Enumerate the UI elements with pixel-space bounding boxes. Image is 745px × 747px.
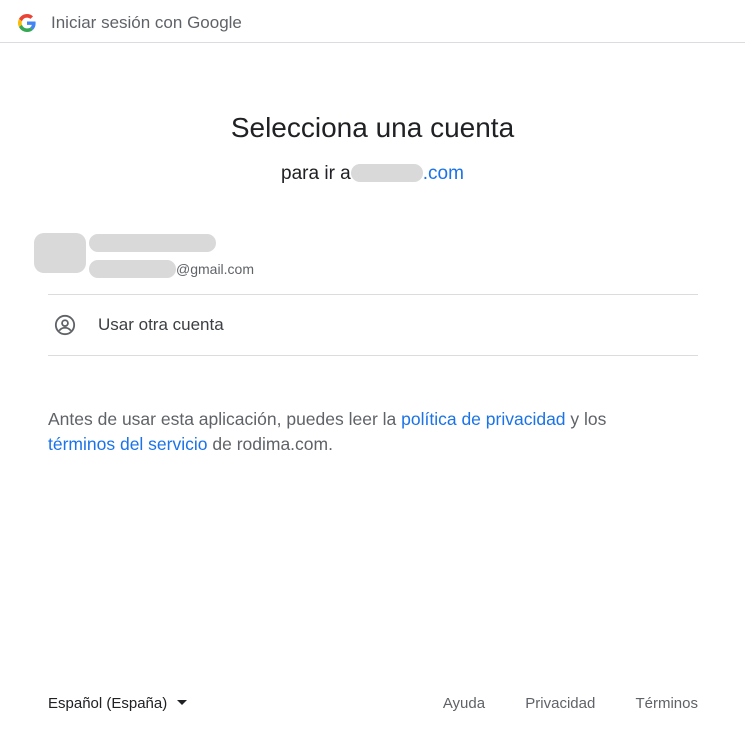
destination-link[interactable]: .com (423, 163, 464, 184)
header-title: Iniciar sesión con Google (51, 13, 242, 32)
account-email-suffix: @gmail.com (176, 261, 255, 277)
privacy-disclaimer: Antes de usar esta aplicación, puedes le… (48, 407, 698, 457)
subtitle-prefix: para ir a (281, 163, 351, 184)
caret-down-icon (177, 700, 188, 705)
page-title: Selecciona una cuenta (230, 112, 515, 143)
terms-link[interactable]: Términos (635, 695, 698, 712)
use-another-account-button[interactable]: Usar otra cuenta (48, 295, 698, 355)
google-g-icon (18, 14, 36, 32)
sign-in-page: Iniciar sesión con Google Selecciona una… (0, 0, 745, 747)
footer-links: Ayuda Privacidad Términos (407, 695, 698, 712)
terms-of-service-link[interactable]: términos del servicio (48, 434, 208, 454)
disclaimer-text: de rodima.com. (207, 434, 333, 454)
language-label: Español (España) (48, 695, 168, 712)
disclaimer-text: Antes de usar esta aplicación, puedes le… (48, 409, 402, 429)
privacy-policy-link[interactable]: política de privacidad (401, 409, 565, 429)
divider (48, 355, 698, 356)
account-email-redacted (89, 260, 176, 278)
avatar (34, 233, 86, 273)
destination-subtitle: para ir a .com (0, 163, 745, 185)
help-link[interactable]: Ayuda (443, 695, 485, 712)
account-name-redacted (89, 234, 216, 252)
account-circle-icon (54, 314, 76, 336)
privacy-link[interactable]: Privacidad (525, 695, 595, 712)
redacted-domain (350, 164, 423, 182)
header-bar: Iniciar sesión con Google (0, 0, 745, 43)
account-item[interactable]: @gmail.com (34, 230, 698, 286)
disclaimer-text: y los (565, 409, 607, 429)
use-another-account-label: Usar otra cuenta (98, 315, 224, 334)
language-selector[interactable]: Español (España) (48, 695, 188, 712)
